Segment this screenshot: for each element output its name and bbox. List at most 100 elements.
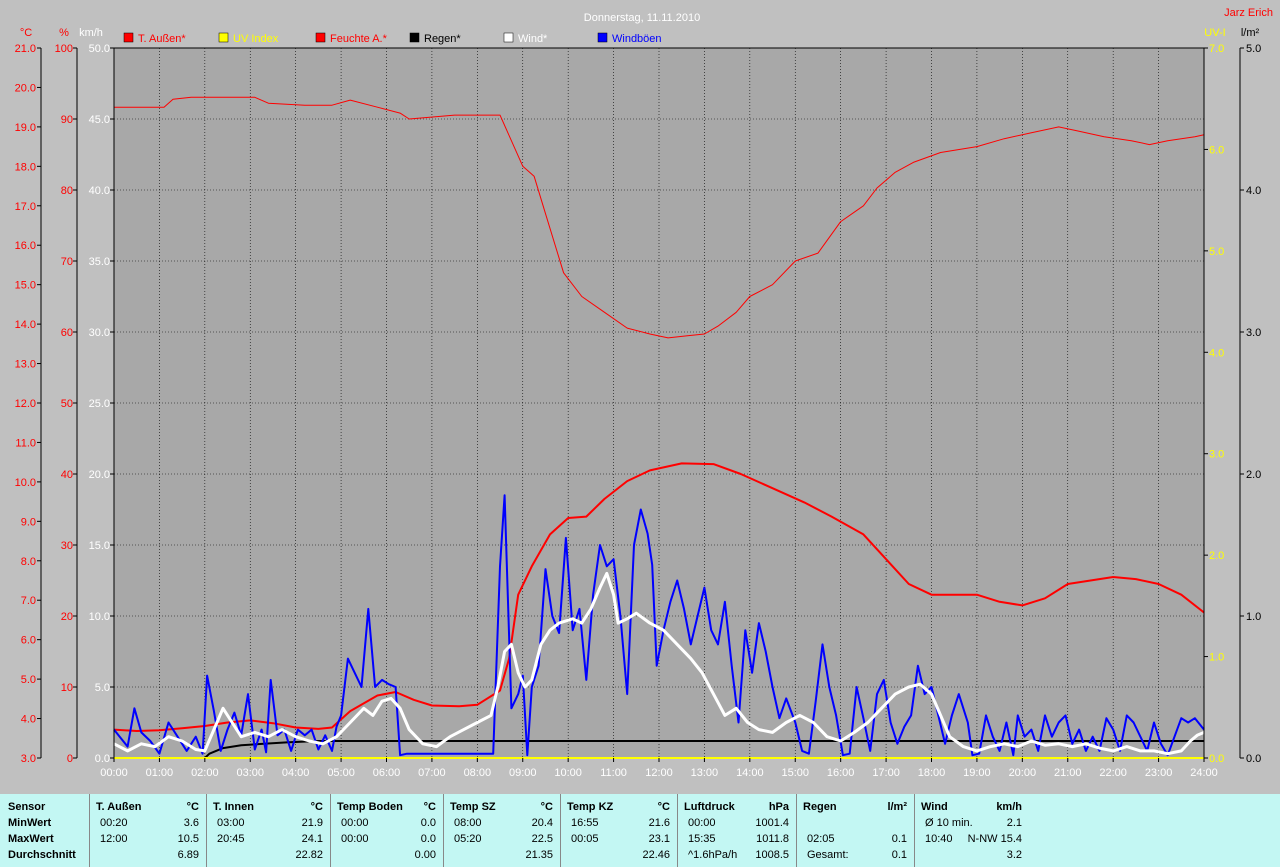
rain-tick-label: 1.0 [1246, 611, 1261, 623]
x-tick-label: 01:00 [146, 767, 174, 779]
x-tick-label: 23:00 [1145, 767, 1173, 779]
stats-header: Temp KZ [567, 801, 614, 813]
stats-header: Luftdruck [684, 801, 735, 813]
uv-tick-label: 0.0 [1209, 753, 1224, 765]
stats-value: 0.0 [420, 833, 436, 845]
stats-unit: km/h [996, 801, 1022, 813]
temp-tick-label: 4.0 [21, 714, 36, 726]
legend-label-uv-index: UV Index [233, 33, 279, 45]
hum-tick-label: 90 [61, 114, 73, 126]
x-tick-label: 10:00 [554, 767, 582, 779]
x-tick-label: 11:00 [600, 767, 627, 779]
stats-unit: °C [310, 801, 323, 813]
stats-value: 20.4 [531, 817, 553, 829]
weather-chart: 21.0 20.0 19.0 18.0 17.0 16.0 15.0 14.0 13.0 12.0… [0, 0, 1280, 792]
temp-tick-label: 20.0 [15, 82, 36, 94]
legend-swatch-regen [409, 32, 420, 43]
x-tick-label: 06:00 [373, 767, 401, 779]
stats-value: 1001.4 [755, 817, 789, 829]
hum-tick-label: 20 [61, 611, 73, 623]
stats-time: 08:00 [454, 817, 482, 829]
uv-tick-label: 2.0 [1209, 550, 1224, 562]
stats-value: 21.9 [301, 817, 323, 829]
stats-value: 0.1 [891, 849, 907, 861]
stats-value: 1008.5 [755, 849, 789, 861]
hum-tick-label: 50 [61, 398, 73, 410]
hum-tick-label: 40 [61, 469, 73, 481]
uv-unit-label: UV-I [1204, 27, 1225, 39]
rain-tick-label: 3.0 [1246, 327, 1261, 339]
x-tick-label: 13:00 [691, 767, 719, 779]
stats-time: 03:00 [217, 817, 245, 829]
stats-time: Ø 10 min. [925, 817, 973, 829]
stats-time: ^1.6hPa/h [688, 849, 738, 861]
stats-value: 24.1 [301, 833, 323, 845]
stats-column: Luftdruck hPa 00:00 1001.4 15:35 1011.8 ^1.6hP… [677, 794, 797, 867]
temp-tick-label: 11.0 [15, 437, 36, 449]
hum-tick-label: 100 [55, 43, 73, 55]
x-tick-label: 19:00 [963, 767, 991, 779]
stats-time: 05:20 [454, 833, 482, 845]
stats-row-label: MinWert [8, 817, 52, 829]
stats-time: 02:05 [807, 833, 835, 845]
stats-time: 16:55 [571, 817, 599, 829]
stats-unit: °C [423, 801, 436, 813]
wind-tick-label: 35.0 [89, 256, 110, 268]
stats-unit: l/m² [887, 801, 907, 813]
stats-column: Temp KZ °C 16:55 21.6 00:05 23.1 22.46 [560, 794, 678, 867]
temp-tick-label: 9.0 [21, 516, 36, 528]
x-tick-label: 00:00 [100, 767, 128, 779]
stats-time: 00:00 [688, 817, 716, 829]
author-label: Jarz Erich [1224, 7, 1273, 19]
legend-label-regen: Regen* [424, 33, 461, 45]
rain-tick-label: 0.0 [1246, 753, 1261, 765]
temp-tick-label: 3.0 [21, 753, 36, 765]
hum-tick-label: 30 [61, 540, 73, 552]
uv-tick-label: 4.0 [1209, 347, 1224, 359]
wind-tick-label: 20.0 [89, 469, 110, 481]
temp-tick-label: 7.0 [21, 595, 36, 607]
stats-header: Temp SZ [450, 801, 496, 813]
stats-value: 0.0 [420, 817, 436, 829]
x-tick-label: 09:00 [509, 767, 537, 779]
stats-value: 22.46 [642, 849, 670, 861]
wind-tick-label: 30.0 [89, 327, 110, 339]
stats-time: 00:20 [100, 817, 128, 829]
temp-tick-label: 21.0 [15, 43, 36, 55]
stats-value: 0.00 [414, 849, 436, 861]
chart-title: Donnerstag, 11.11.2010 [584, 12, 700, 24]
wind-tick-label: 15.0 [89, 540, 110, 552]
hum-tick-label: 70 [61, 256, 73, 268]
rain-tick-label: 5.0 [1246, 43, 1261, 55]
temp-tick-label: 6.0 [21, 635, 36, 647]
x-tick-label: 22:00 [1099, 767, 1127, 779]
stats-value: 1011.8 [756, 833, 789, 845]
hum-tick-label: 10 [61, 682, 73, 694]
legend-swatch-t-au-en [123, 32, 134, 43]
legend-swatch-uv-index [218, 32, 229, 43]
stats-column: Regen l/m² 02:05 0.1 Gesamt: 0.1 [796, 794, 915, 867]
legend-label-feuchte-a: Feuchte A.* [330, 33, 388, 45]
stats-value: 22.82 [295, 849, 323, 861]
wind-tick-label: 40.0 [89, 185, 110, 197]
stats-time: 15:35 [688, 833, 716, 845]
temp-tick-label: 14.0 [15, 319, 36, 331]
hum-tick-label: 60 [61, 327, 73, 339]
legend-swatch-feuchte-a [315, 32, 326, 43]
stats-time: 20:45 [217, 833, 245, 845]
stats-column: Temp Boden °C 00:00 0.0 00:00 0.0 0.00 [330, 794, 444, 867]
legend-label-t-au-en: T. Außen* [138, 33, 186, 45]
legend-swatch-wind [503, 32, 514, 43]
stats-unit: °C [186, 801, 199, 813]
stats-value: 22.5 [531, 833, 553, 845]
stats-header: Wind [921, 801, 948, 813]
temp-unit-label: °C [20, 27, 32, 39]
temp-tick-label: 5.0 [21, 674, 36, 686]
stats-time: 00:00 [341, 833, 369, 845]
temp-tick-label: 10.0 [15, 477, 36, 489]
wind-tick-label: 50.0 [89, 43, 110, 55]
stats-header: Sensor [8, 801, 46, 813]
stats-header: Regen [803, 801, 837, 813]
stats-column: Temp SZ °C 08:00 20.4 05:20 22.5 21.35 [443, 794, 561, 867]
stats-column: Sensor MinWert MaxWert Durchschnitt [0, 794, 89, 867]
